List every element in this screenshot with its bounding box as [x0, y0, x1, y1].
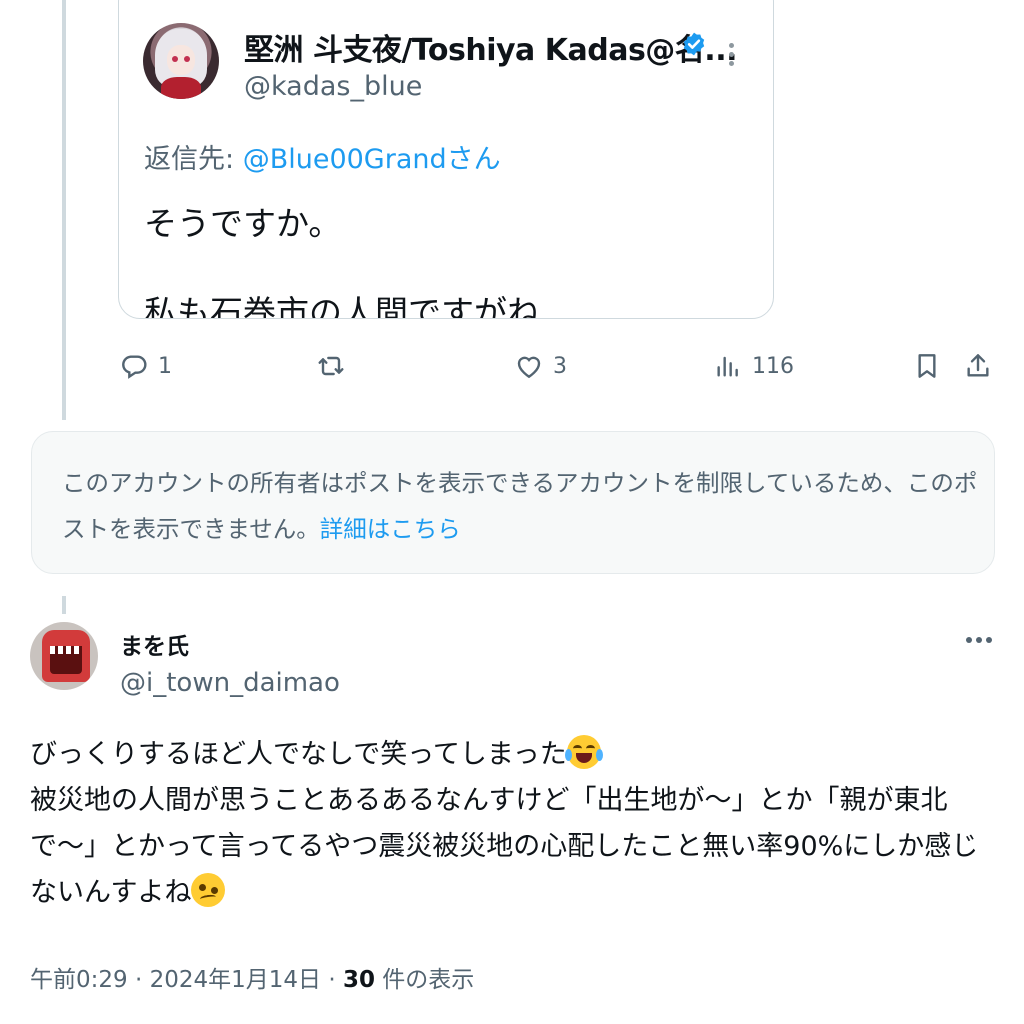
reply-count: 1 [158, 353, 172, 379]
post-metadata: 午前0:29 · 2024年1月14日 · 30 件の表示 [30, 960, 474, 994]
repost-button[interactable] [315, 344, 355, 388]
share-button[interactable] [962, 344, 994, 388]
thread-line-lower [62, 596, 66, 614]
like-button[interactable]: 3 [513, 344, 567, 388]
bookmark-button[interactable] [911, 344, 943, 388]
post-more-icon[interactable] [966, 630, 996, 650]
post-author-name[interactable]: まを氏 [120, 627, 189, 661]
heart-icon [517, 356, 541, 379]
repost-icon [318, 356, 344, 376]
view-count: 116 [752, 353, 794, 379]
bookmark-icon [918, 354, 936, 378]
quoted-author-name[interactable]: 堅洲 斗支夜/Toshiya Kadas@名... [244, 25, 738, 69]
like-count: 3 [553, 353, 567, 379]
post-text-line1: びっくりするほど人でなしで笑ってしまった [30, 739, 567, 770]
reply-icon [122, 355, 147, 379]
post-text: びっくりするほど人でなしで笑ってしまった 被災地の人間が思うことあるあるなんすけ… [30, 732, 990, 916]
notice-text-block: このアカウントの所有者はポストを表示できるアカウントを制限しているため、このポス… [62, 460, 982, 552]
quoted-author-avatar[interactable] [143, 23, 219, 99]
notice-message: このアカウントの所有者はポストを表示できるアカウントを制限しているため、このポス… [62, 469, 978, 543]
reply-button[interactable]: 1 [118, 344, 172, 388]
reply-to-link[interactable]: @Blue00Grandさん [243, 144, 501, 175]
woozy-face-emoji-icon [191, 873, 226, 907]
post-text-line2: 被災地の人間が思うことあるあるなんすけど「出生地が〜」とか「親が東北で〜」とかっ… [30, 785, 979, 908]
post-author-avatar[interactable] [30, 622, 98, 690]
views-button[interactable]: 116 [712, 344, 794, 388]
quoted-author-handle[interactable]: @kadas_blue [244, 71, 422, 102]
post-view-label: 件の表示 [374, 967, 475, 993]
quoted-text-line1: そうですか。 [144, 204, 342, 243]
analytics-icon [717, 356, 738, 377]
quoted-text-line2: 私も石巻市の人間ですがね [144, 293, 540, 319]
learn-more-link[interactable]: 詳細はこちら [320, 515, 461, 543]
quoted-more-icon[interactable] [723, 43, 739, 73]
post-view-count: 30 [342, 967, 375, 993]
post-timestamp[interactable]: 午前0:29 · 2024年1月14日 · [30, 967, 343, 993]
reply-to-line: 返信先: @Blue00Grandさん [144, 137, 501, 176]
tears-of-joy-emoji-icon [564, 735, 603, 769]
quoted-post-card[interactable]: 堅洲 斗支夜/Toshiya Kadas@名... @kadas_blue 返信… [118, 0, 774, 319]
post-action-bar: 1 3 116 [0, 344, 1024, 388]
restricted-post-notice: このアカウントの所有者はポストを表示できるアカウントを制限しているため、このポス… [31, 431, 995, 574]
reply-prefix: 返信先: [144, 144, 235, 175]
post-author-handle[interactable]: @i_town_daimao [120, 668, 340, 698]
share-icon [967, 354, 989, 377]
verified-badge-icon [683, 32, 705, 56]
